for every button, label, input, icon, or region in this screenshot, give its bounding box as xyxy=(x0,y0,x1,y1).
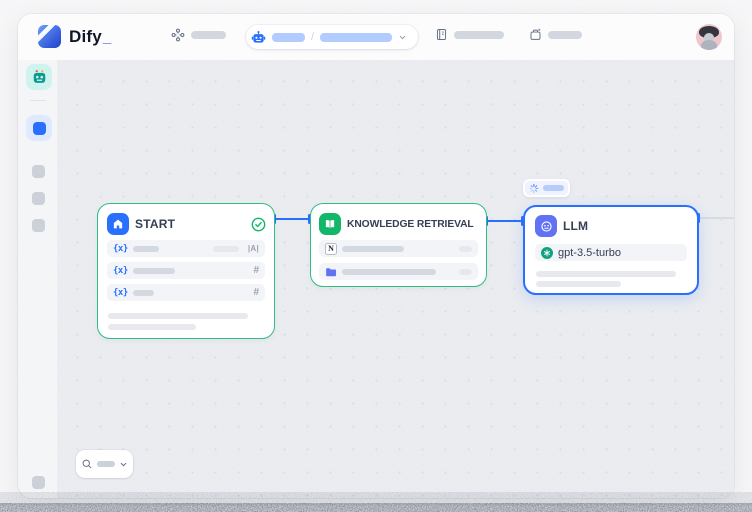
app-name-skeleton xyxy=(320,33,392,42)
sidebar-item-workflow-active[interactable] xyxy=(26,115,52,141)
source-meta-skeleton xyxy=(459,269,472,275)
workflow-nodes-icon xyxy=(171,28,185,42)
magnifier-icon xyxy=(81,458,93,470)
sidebar-item-3[interactable] xyxy=(32,192,45,205)
chevron-down-icon[interactable] xyxy=(119,460,128,469)
sidebar-item-4[interactable] xyxy=(32,219,45,232)
zoom-value-skeleton xyxy=(97,461,115,467)
node-description-skeleton xyxy=(536,281,621,287)
workspace-name-skeleton xyxy=(272,33,305,42)
node-start-header: START xyxy=(107,212,266,236)
chevron-down-icon[interactable] xyxy=(398,33,407,42)
avatar-body xyxy=(701,40,717,50)
sidebar-divider xyxy=(30,100,46,101)
app-window: Dify_ / xyxy=(18,14,734,498)
node-title: START xyxy=(135,217,245,231)
check-circle-icon xyxy=(251,217,266,232)
variable-icon: {x} xyxy=(113,266,128,276)
active-tool-icon xyxy=(33,122,46,135)
node-knowledge-header: KNOWLEDGE RETRIEVAL xyxy=(319,212,479,236)
nav-item-docs[interactable] xyxy=(435,28,504,41)
breadcrumb-separator: / xyxy=(311,31,314,43)
node-description-skeleton xyxy=(108,313,248,319)
node-llm[interactable]: LLM gpt-3.5-turbo xyxy=(523,205,699,295)
knowledge-source-row: N xyxy=(319,240,478,257)
variable-type-number: # xyxy=(253,265,259,276)
notebook-icon xyxy=(435,28,448,41)
nav-item-plugins[interactable] xyxy=(529,28,582,41)
variable-name-skeleton xyxy=(133,246,159,252)
llm-brain-icon xyxy=(535,215,557,237)
spinner-icon xyxy=(529,183,539,194)
app-switcher[interactable]: / xyxy=(246,25,418,49)
variable-name-skeleton xyxy=(133,268,175,274)
variable-type-string: |A| xyxy=(248,244,259,253)
node-description-skeleton xyxy=(536,271,676,277)
dify-logo-icon xyxy=(38,25,61,48)
brand-text: Dify_ xyxy=(69,27,111,47)
sidebar xyxy=(18,60,58,498)
top-bar: Dify_ / xyxy=(18,14,734,60)
openai-icon xyxy=(541,247,553,259)
badge-label-skeleton xyxy=(543,185,564,191)
source-name-skeleton xyxy=(342,269,436,275)
nav-item-workflow[interactable] xyxy=(171,28,226,42)
nav-label-skeleton xyxy=(454,31,504,39)
folder-icon xyxy=(325,266,337,278)
node-title: KNOWLEDGE RETRIEVAL xyxy=(347,219,474,230)
variable-name-skeleton xyxy=(133,290,154,296)
home-icon xyxy=(107,213,129,235)
teal-robot-icon xyxy=(31,69,48,86)
source-name-skeleton xyxy=(342,246,404,252)
dify-logo[interactable]: Dify_ xyxy=(38,25,111,48)
zoom-control[interactable] xyxy=(76,450,133,478)
variable-row: {x} |A| xyxy=(107,240,265,257)
notion-icon: N xyxy=(325,243,337,255)
sidebar-item-2[interactable] xyxy=(32,165,45,178)
model-name: gpt-3.5-turbo xyxy=(558,247,621,259)
variable-row: {x} # xyxy=(107,262,265,279)
user-avatar[interactable] xyxy=(696,24,722,50)
variable-row: {x} # xyxy=(107,284,265,301)
llm-running-badge xyxy=(523,179,570,197)
variable-value-skeleton xyxy=(213,246,239,252)
edge-knowledge-to-llm xyxy=(487,220,523,222)
plugin-box-icon xyxy=(529,28,542,41)
variable-type-number: # xyxy=(253,287,259,298)
node-knowledge-retrieval[interactable]: KNOWLEDGE RETRIEVAL N xyxy=(310,203,487,287)
node-start[interactable]: START {x} |A| {x} # {x} # xyxy=(97,203,275,339)
knowledge-source-row xyxy=(319,263,478,280)
edge-llm-to-offscreen xyxy=(699,217,734,219)
brand-name: Dify xyxy=(69,27,102,46)
brand-caret: _ xyxy=(103,29,111,46)
robot-app-icon xyxy=(251,30,266,45)
book-icon xyxy=(319,213,341,235)
nav-label-skeleton xyxy=(548,31,582,39)
edge-start-to-knowledge xyxy=(275,218,310,220)
variable-icon: {x} xyxy=(113,288,128,298)
nav-label-skeleton xyxy=(191,31,226,39)
sidebar-app-icon[interactable] xyxy=(26,64,52,90)
source-meta-skeleton xyxy=(459,246,472,252)
variable-icon: {x} xyxy=(113,244,128,254)
node-title: LLM xyxy=(563,219,689,233)
sidebar-item-settings[interactable] xyxy=(32,476,45,489)
model-row: gpt-3.5-turbo xyxy=(535,244,687,261)
node-llm-header: LLM xyxy=(535,214,689,238)
node-description-skeleton xyxy=(108,324,196,330)
